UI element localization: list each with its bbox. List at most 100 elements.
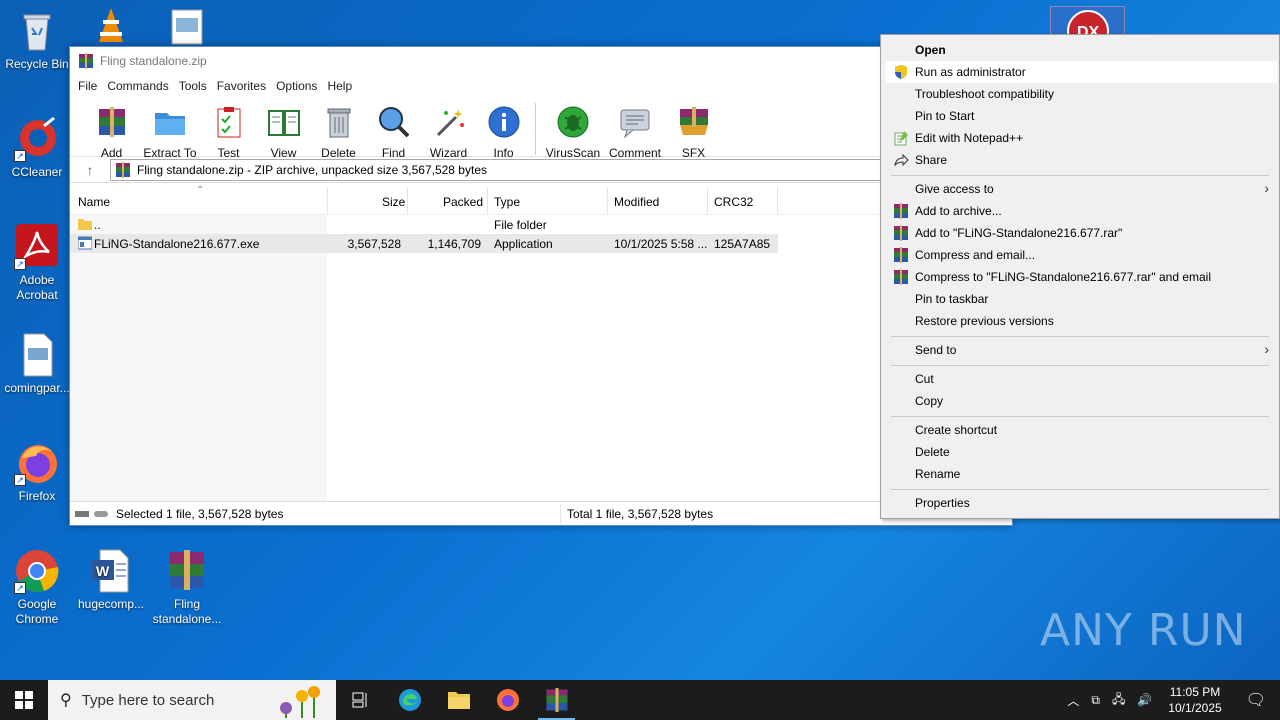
menu-commands[interactable]: Commands — [105, 79, 176, 93]
delete-button[interactable]: Delete — [311, 97, 366, 160]
column-modified[interactable]: Modified — [614, 195, 659, 209]
menu-item-give-access-to[interactable]: Give access to › — [885, 178, 1277, 200]
menu-item-create-shortcut[interactable]: Create shortcut — [885, 419, 1277, 441]
menu-tools[interactable]: Tools — [177, 79, 215, 93]
column-crc32[interactable]: CRC32 — [714, 195, 753, 209]
table-row[interactable]: .. File folder — [70, 215, 778, 234]
menu-item-open[interactable]: Open — [885, 39, 1277, 61]
window-titlebar[interactable]: Fling standalone.zip — [70, 47, 1012, 75]
chevron-up-icon[interactable]: ︿ — [1061, 692, 1085, 709]
extract-to-button[interactable]: Extract To — [139, 97, 201, 160]
address-field[interactable]: Fling standalone.zip - ZIP archive, unpa… — [110, 158, 1012, 181]
desktop-icon-hugecomp[interactable]: W hugecomp... — [74, 548, 148, 612]
task-view-icon — [352, 692, 366, 708]
virusscan-button[interactable]: VirusScan — [542, 97, 604, 160]
network-icon[interactable]: 🖧 — [1106, 690, 1131, 711]
menu-separator — [891, 336, 1269, 337]
menu-favorites[interactable]: Favorites — [215, 79, 274, 93]
row-crc32: 125A7A85 — [714, 237, 771, 251]
chevron-right-icon: › — [1264, 341, 1269, 357]
start-button[interactable] — [0, 680, 48, 720]
volume-icon[interactable]: 🔊 — [1131, 693, 1158, 707]
menu-item-pin-to-start[interactable]: Pin to Start — [885, 105, 1277, 127]
shortcut-arrow-icon: ↗ — [14, 258, 26, 270]
anyrun-watermark: ANY RUN — [1040, 605, 1247, 656]
winrar-window: Fling standalone.zip File Commands Tools… — [69, 46, 1013, 526]
menu-help[interactable]: Help — [325, 79, 360, 93]
desktop-icon-fling-standalone[interactable]: Fling standalone... — [150, 548, 224, 627]
desktop-icon-google-chrome[interactable]: ↗ Google Chrome — [0, 548, 74, 627]
menu-item-compress-and-email[interactable]: Compress and email... — [885, 244, 1277, 266]
folder-icon — [447, 692, 470, 709]
add-button[interactable]: Add — [84, 97, 139, 160]
menu-item-send-to[interactable]: Send to › — [885, 339, 1277, 361]
trash-icon — [327, 108, 350, 138]
up-arrow-icon[interactable]: ↑ — [70, 162, 110, 178]
taskbar-winrar[interactable] — [532, 680, 581, 720]
desktop-icon-ccleaner[interactable]: ↗ CCleaner — [0, 116, 74, 180]
wizard-button[interactable]: Wizard — [421, 97, 476, 160]
sfx-button[interactable]: SFX — [666, 97, 721, 160]
clock[interactable]: 11:05 PM 10/1/2025 — [1158, 684, 1231, 716]
desktop-icon-vlc[interactable] — [74, 6, 148, 49]
menu-item-delete[interactable]: Delete — [885, 441, 1277, 463]
menu-item-run-as-administrator[interactable]: Run as administrator — [885, 61, 1277, 83]
address-bar: ↑ Fling standalone.zip - ZIP archive, un… — [70, 157, 1012, 183]
drive-icon — [74, 508, 110, 523]
desktop-icon-image[interactable] — [150, 6, 224, 49]
column-size[interactable]: Size — [382, 195, 405, 209]
notification-icon[interactable]: 🗨 — [1232, 690, 1280, 710]
menu-item-properties[interactable]: Properties — [885, 492, 1277, 514]
vlc-icon — [88, 6, 134, 46]
menu-options[interactable]: Options — [274, 79, 325, 93]
menu-item-add-to-archive[interactable]: Add to archive... — [885, 200, 1277, 222]
info-icon — [488, 106, 519, 138]
desktop-icon-label: Adobe Acrobat — [16, 273, 58, 302]
menu-item-share[interactable]: Share — [885, 149, 1277, 171]
menu-file[interactable]: File — [76, 79, 105, 93]
menu-item-pin-to-taskbar[interactable]: Pin to taskbar — [885, 288, 1277, 310]
row-type: Application — [494, 237, 553, 251]
menu-item-label: Create shortcut — [915, 423, 998, 437]
sfx-archive-icon — [679, 107, 708, 135]
menu-item-label: Restore previous versions — [915, 314, 1054, 328]
menu-item-rename[interactable]: Rename — [885, 463, 1277, 485]
shield-icon — [895, 65, 907, 79]
table-row-selected[interactable]: FLiNG-Standalone216.677.exe 3,567,528 1,… — [70, 234, 778, 253]
find-button[interactable]: Find — [366, 97, 421, 160]
search-icon: ⚲ — [60, 692, 72, 709]
view-button[interactable]: View — [256, 97, 311, 160]
menu-item-copy[interactable]: Copy — [885, 390, 1277, 412]
taskbar-file-explorer[interactable] — [434, 680, 483, 720]
desktop-icon-firefox[interactable]: ↗ Firefox — [0, 440, 74, 504]
sort-indicator-icon: ⌃ — [196, 185, 205, 196]
menu-item-label: Properties — [915, 496, 970, 510]
dx-app-icon[interactable]: DX — [1050, 6, 1125, 52]
column-type[interactable]: Type — [494, 195, 520, 209]
menu-item-compress-to-rar-and-email[interactable]: Compress to "FLiNG-Standalone216.677.rar… — [885, 266, 1277, 288]
taskbar-firefox[interactable] — [483, 680, 532, 720]
network-drive-icon[interactable]: ⧉ — [1085, 693, 1106, 708]
menu-item-add-to-rar[interactable]: Add to "FLiNG-Standalone216.677.rar" — [885, 222, 1277, 244]
menu-item-label: Cut — [915, 372, 934, 386]
menu-item-label: Share — [915, 153, 948, 167]
column-name[interactable]: Name — [78, 195, 110, 209]
menu-item-label: Copy — [915, 394, 944, 408]
taskbar-search-box[interactable]: ⚲ Type here to search — [48, 680, 336, 720]
info-button[interactable]: Info — [476, 97, 531, 160]
shortcut-arrow-icon: ↗ — [14, 474, 26, 486]
clipboard-check-icon — [217, 107, 240, 138]
comment-button[interactable]: Comment — [604, 97, 666, 160]
test-button[interactable]: Test — [201, 97, 256, 160]
desktop-icon-adobe-acrobat[interactable]: ↗ Adobe Acrobat — [0, 224, 74, 303]
column-packed[interactable]: Packed — [443, 195, 483, 209]
menu-item-edit-with-notepadpp[interactable]: Edit with Notepad++ — [885, 127, 1277, 149]
menu-item-restore-previous-versions[interactable]: Restore previous versions — [885, 310, 1277, 332]
row-packed: 1,146,709 — [427, 237, 481, 251]
taskbar-edge[interactable] — [385, 680, 434, 720]
desktop-icon-comingpar[interactable]: comingpar... — [0, 332, 74, 396]
menu-item-troubleshoot-compatibility[interactable]: Troubleshoot compatibility — [885, 83, 1277, 105]
desktop-icon-recycle-bin[interactable]: Recycle Bin — [0, 8, 74, 72]
menu-item-cut[interactable]: Cut — [885, 368, 1277, 390]
task-view-button[interactable] — [336, 680, 385, 720]
